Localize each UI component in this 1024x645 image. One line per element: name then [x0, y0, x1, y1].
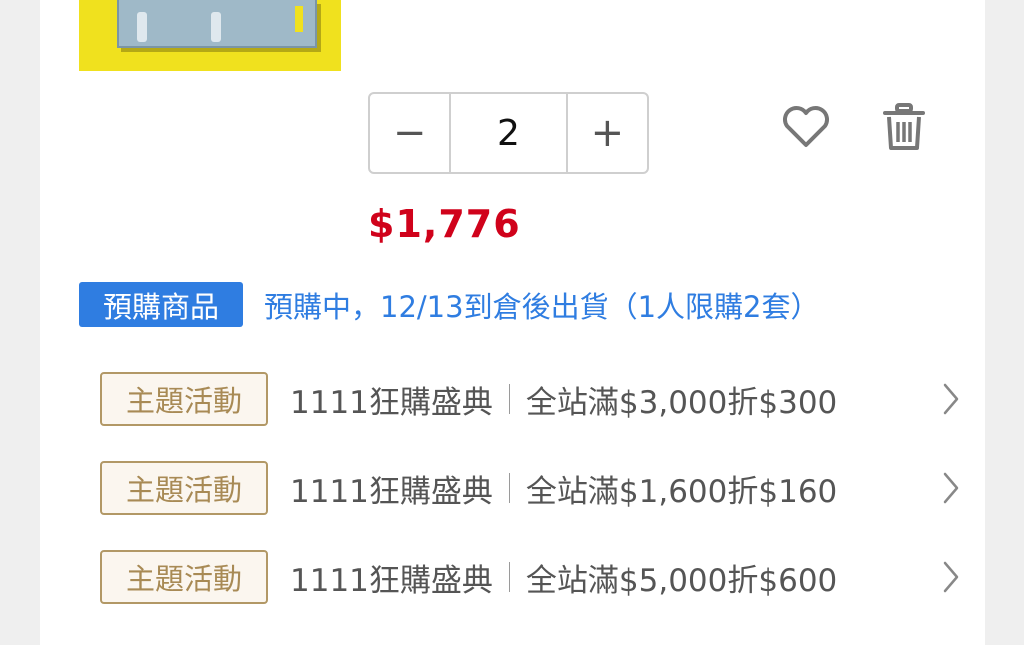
promotion-row[interactable]: 主題活動 1111狂購盛典 全站滿$5,000折$600 [100, 548, 980, 606]
divider [508, 562, 510, 592]
promotion-name: 1111狂購盛典 [290, 562, 493, 599]
chevron-right-icon[interactable] [942, 471, 960, 505]
chevron-right-icon[interactable] [942, 382, 960, 416]
promotion-description: 全站滿$1,600折$160 [525, 473, 838, 510]
promotion-tag: 主題活動 [100, 461, 268, 515]
promotion-description: 全站滿$3,000折$300 [525, 384, 838, 421]
promotion-name: 1111狂購盛典 [290, 473, 493, 510]
heart-icon[interactable] [781, 105, 831, 149]
item-price: $1,776 [368, 202, 521, 246]
preorder-shipping-note: 預購中，12/13到倉後出貨（1人限購2套） [264, 290, 820, 324]
promotion-tag: 主題活動 [100, 372, 268, 426]
increase-quantity-button[interactable]: + [568, 94, 647, 172]
promotion-tag: 主題活動 [100, 550, 268, 604]
quantity-value[interactable]: 2 [449, 94, 568, 172]
trash-icon[interactable] [883, 103, 925, 151]
promotion-description: 全站滿$5,000折$600 [525, 562, 838, 599]
promotion-row[interactable]: 主題活動 1111狂購盛典 全站滿$3,000折$300 [100, 370, 980, 428]
divider [508, 473, 510, 503]
divider [508, 384, 510, 414]
quantity-stepper: − 2 + [368, 92, 649, 174]
product-image [117, 0, 317, 48]
promotion-name: 1111狂購盛典 [290, 384, 493, 421]
promotion-row[interactable]: 主題活動 1111狂購盛典 全站滿$1,600折$160 [100, 459, 980, 517]
product-thumbnail[interactable] [79, 0, 341, 71]
chevron-right-icon[interactable] [942, 560, 960, 594]
preorder-badge: 預購商品 [79, 282, 243, 327]
decrease-quantity-button[interactable]: − [370, 94, 449, 172]
